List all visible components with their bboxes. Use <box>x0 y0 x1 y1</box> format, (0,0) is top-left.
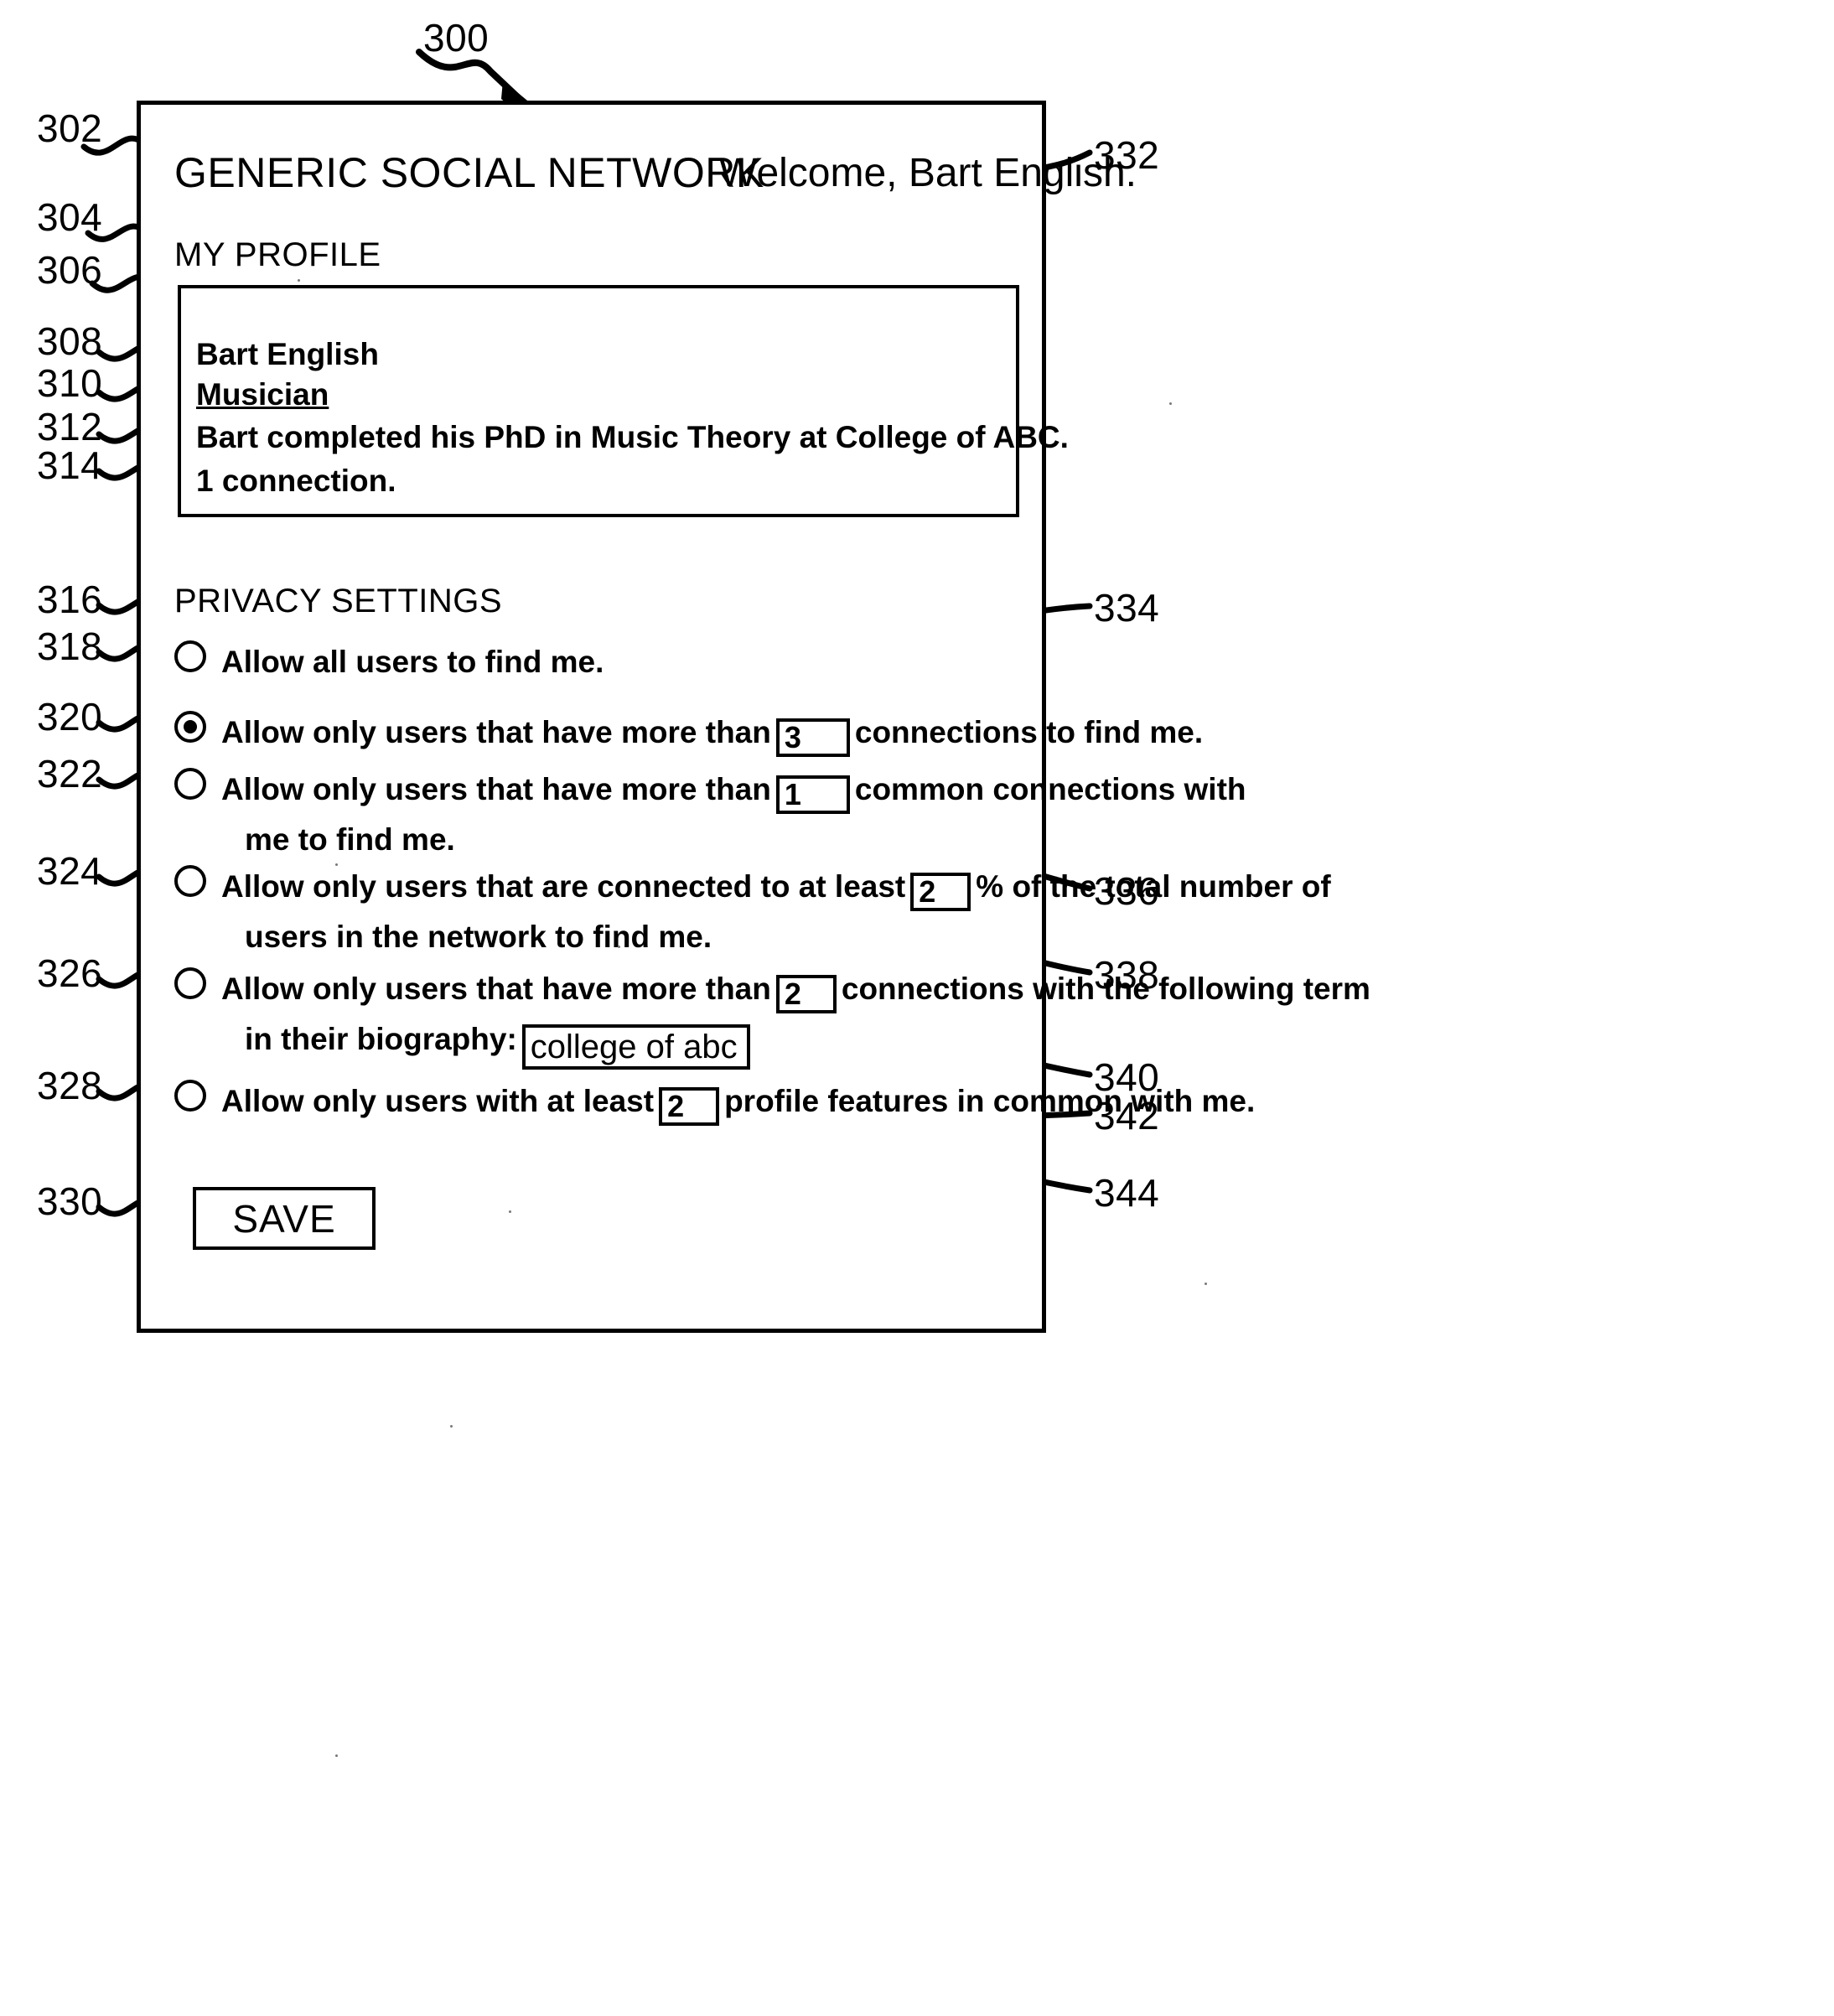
privacy-option-328-label: Allow only users with at least 2 profile f… <box>221 1076 1255 1127</box>
scan-speckle <box>335 863 338 866</box>
radio-324[interactable] <box>174 865 206 897</box>
ref-330: 330 <box>37 1179 103 1223</box>
scan-speckle <box>450 1425 453 1428</box>
profile-features-input[interactable]: 2 <box>659 1087 720 1126</box>
privacy-option-328[interactable]: Allow only users with at least 2 profile f… <box>174 1076 1255 1127</box>
opt318-seg0: Allow all users to find me. <box>221 645 604 679</box>
opt320-seg2: connections to find me. <box>854 715 1204 749</box>
privacy-option-322[interactable]: Allow only users that have more than 1 com… <box>174 764 1246 865</box>
biography-term-input[interactable]: college of abc <box>521 1024 750 1070</box>
opt324-line2: users in the network to find me. <box>245 920 712 954</box>
privacy-option-324-label: Allow only users that are connected to a… <box>221 862 1331 962</box>
radio-326[interactable] <box>174 967 206 999</box>
privacy-option-322-label: Allow only users that have more than 1 com… <box>221 764 1246 865</box>
privacy-option-318[interactable]: Allow all users to find me. <box>174 637 604 687</box>
ref-334: 334 <box>1094 586 1160 630</box>
ref-344: 344 <box>1094 1171 1160 1215</box>
opt322-seg0: Allow only users that have more than <box>221 772 771 806</box>
profile-biography: Bart completed his PhD in Music Theory a… <box>196 420 1069 454</box>
privacy-option-326[interactable]: Allow only users that have more than 2 con… <box>174 964 1370 1070</box>
privacy-settings-heading: PRIVACY SETTINGS <box>174 583 503 619</box>
ref-328: 328 <box>37 1064 103 1107</box>
profile-connections: 1 connection. <box>196 464 396 498</box>
radio-328[interactable] <box>174 1080 206 1112</box>
network-percent-input[interactable]: 2 <box>910 873 971 911</box>
ref-308: 308 <box>37 319 103 363</box>
opt328-seg0: Allow only users with at least <box>221 1084 655 1118</box>
privacy-option-320-label: Allow only users that have more than 3 con… <box>221 707 1203 758</box>
ref-310: 310 <box>37 361 103 405</box>
privacy-option-320[interactable]: Allow only users that have more than 3 con… <box>174 707 1203 758</box>
privacy-option-324[interactable]: Allow only users that are connected to a… <box>174 862 1331 962</box>
ref-320: 320 <box>37 695 103 739</box>
ref-324: 324 <box>37 849 103 893</box>
social-network-screen: GENERIC SOCIAL NETWORK Welcome, Bart Eng… <box>137 101 1370 1333</box>
opt328-seg2: profile features in common with me. <box>724 1084 1256 1118</box>
opt324-seg2: % of the total number of <box>976 869 1331 904</box>
ref-318: 318 <box>37 624 103 668</box>
welcome-text: Welcome, Bart English. <box>719 151 1137 195</box>
ref-304: 304 <box>37 195 103 239</box>
ref-326: 326 <box>37 951 103 995</box>
ref-302: 302 <box>37 106 103 150</box>
my-profile-heading: MY PROFILE <box>174 236 381 273</box>
opt326-seg2: connections with the following term <box>841 972 1370 1006</box>
opt326-line2: in their biography: college of abc <box>245 1014 1370 1070</box>
scan-speckle <box>618 946 620 948</box>
opt326-seg0: Allow only users that have more than <box>221 972 771 1006</box>
scan-speckle <box>1205 1283 1207 1285</box>
connections-threshold-input[interactable]: 3 <box>775 718 850 757</box>
radio-318[interactable] <box>174 640 206 672</box>
opt320-seg0: Allow only users that have more than <box>221 715 771 749</box>
radio-322[interactable] <box>174 768 206 800</box>
opt322-seg2: common connections with <box>854 772 1246 806</box>
profile-card: Bart English Musician Bart completed his… <box>178 285 1069 517</box>
common-connections-input[interactable]: 1 <box>775 775 850 814</box>
ref-306: 306 <box>37 248 103 292</box>
save-button[interactable]: SAVE <box>193 1187 376 1250</box>
scan-speckle <box>509 1210 511 1213</box>
opt324-seg0: Allow only users that are connected to a… <box>221 869 906 904</box>
ref-322: 322 <box>37 752 103 796</box>
ref-314: 314 <box>37 443 103 487</box>
profile-name: Bart English <box>196 337 379 371</box>
privacy-option-318-label: Allow all users to find me. <box>221 637 604 687</box>
radio-320[interactable] <box>174 711 206 743</box>
scan-speckle <box>1169 402 1172 405</box>
opt322-line2: me to find me. <box>245 822 455 857</box>
ref-300: 300 <box>423 16 490 60</box>
app-title: GENERIC SOCIAL NETWORK <box>174 149 764 196</box>
scan-speckle <box>335 1754 338 1757</box>
scan-speckle <box>298 279 300 282</box>
term-connections-input[interactable]: 2 <box>775 975 837 1013</box>
ref-316: 316 <box>37 578 103 621</box>
opt326-seg3: in their biography: <box>245 1022 517 1056</box>
privacy-option-326-label: Allow only users that have more than 2 con… <box>221 964 1370 1070</box>
profile-occupation[interactable]: Musician <box>196 377 329 412</box>
